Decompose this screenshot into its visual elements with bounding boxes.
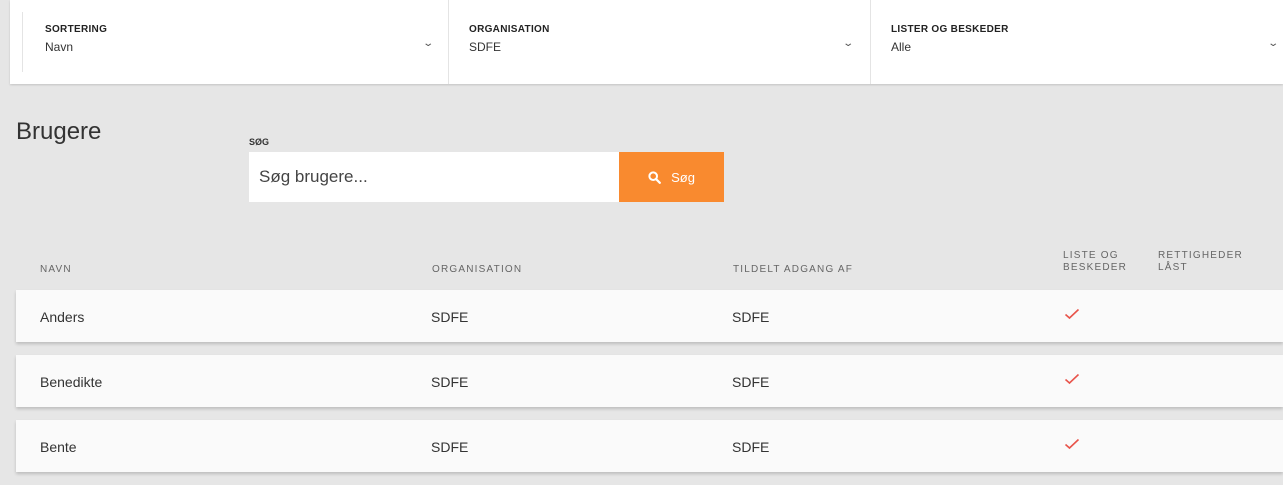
user-organisation: SDFE — [431, 374, 469, 390]
table-row[interactable]: Anders SDFE SDFE — [16, 290, 1283, 342]
column-header-rights-locked-line1: RETTIGHEDER — [1158, 250, 1243, 261]
column-header-rights-locked[interactable]: RETTIGHEDER LÅST — [1158, 250, 1243, 274]
lists-messages-dropdown-value: Alle — [891, 40, 912, 54]
user-table: Anders SDFE SDFE Benedikte SDFE SDFE Ben… — [16, 290, 1283, 485]
table-row[interactable]: Benedikte SDFE SDFE — [16, 355, 1283, 407]
page-title: Brugere — [16, 118, 102, 145]
table-row[interactable]: Bente SDFE SDFE — [16, 420, 1283, 472]
search-button[interactable]: Søg — [619, 152, 724, 202]
check-icon — [1064, 307, 1080, 323]
column-header-granted-by[interactable]: TILDELT ADGANG AF — [733, 264, 853, 276]
search-label: SØG — [249, 137, 270, 147]
lists-messages-dropdown-label: LISTER OG BESKEDER — [891, 24, 1009, 35]
user-name: Anders — [40, 309, 85, 325]
check-icon — [1064, 437, 1080, 453]
column-header-name[interactable]: NAVN — [40, 264, 72, 276]
column-header-lists-messages-line1: LISTE OG — [1063, 250, 1119, 261]
organisation-dropdown-value: SDFE — [469, 40, 502, 54]
lists-messages-dropdown[interactable]: LISTER OG BESKEDER Alle ⌄ — [870, 0, 1283, 84]
user-organisation: SDFE — [431, 439, 469, 455]
organisation-dropdown-label: ORGANISATION — [469, 24, 550, 35]
organisation-dropdown[interactable]: ORGANISATION SDFE ⌄ — [448, 0, 870, 84]
chevron-down-icon: ⌄ — [841, 38, 854, 49]
user-name: Benedikte — [40, 374, 103, 390]
chevron-down-icon: ⌄ — [1266, 38, 1279, 49]
search-input[interactable] — [249, 152, 619, 202]
check-icon — [1064, 372, 1080, 388]
chevron-down-icon: ⌄ — [421, 38, 434, 49]
sort-dropdown-value: Navn — [45, 40, 74, 54]
column-header-rights-locked-line2: LÅST — [1158, 262, 1188, 273]
filter-bar: SORTERING Navn ⌄ ORGANISATION SDFE ⌄ LIS… — [10, 0, 1283, 84]
user-name: Bente — [40, 439, 77, 455]
search-button-label: Søg — [671, 169, 695, 185]
column-header-lists-messages-line2: BESKEDER — [1063, 262, 1128, 273]
column-header-lists-messages[interactable]: LISTE OG BESKEDER — [1063, 250, 1127, 274]
sort-dropdown-label: SORTERING — [45, 24, 108, 35]
search-icon — [648, 170, 661, 184]
sort-dropdown[interactable]: SORTERING Navn ⌄ — [25, 0, 448, 84]
user-granted-by: SDFE — [732, 374, 770, 390]
column-header-organisation[interactable]: ORGANISATION — [432, 264, 522, 276]
user-organisation: SDFE — [431, 309, 469, 325]
user-granted-by: SDFE — [732, 439, 770, 455]
user-granted-by: SDFE — [732, 309, 770, 325]
